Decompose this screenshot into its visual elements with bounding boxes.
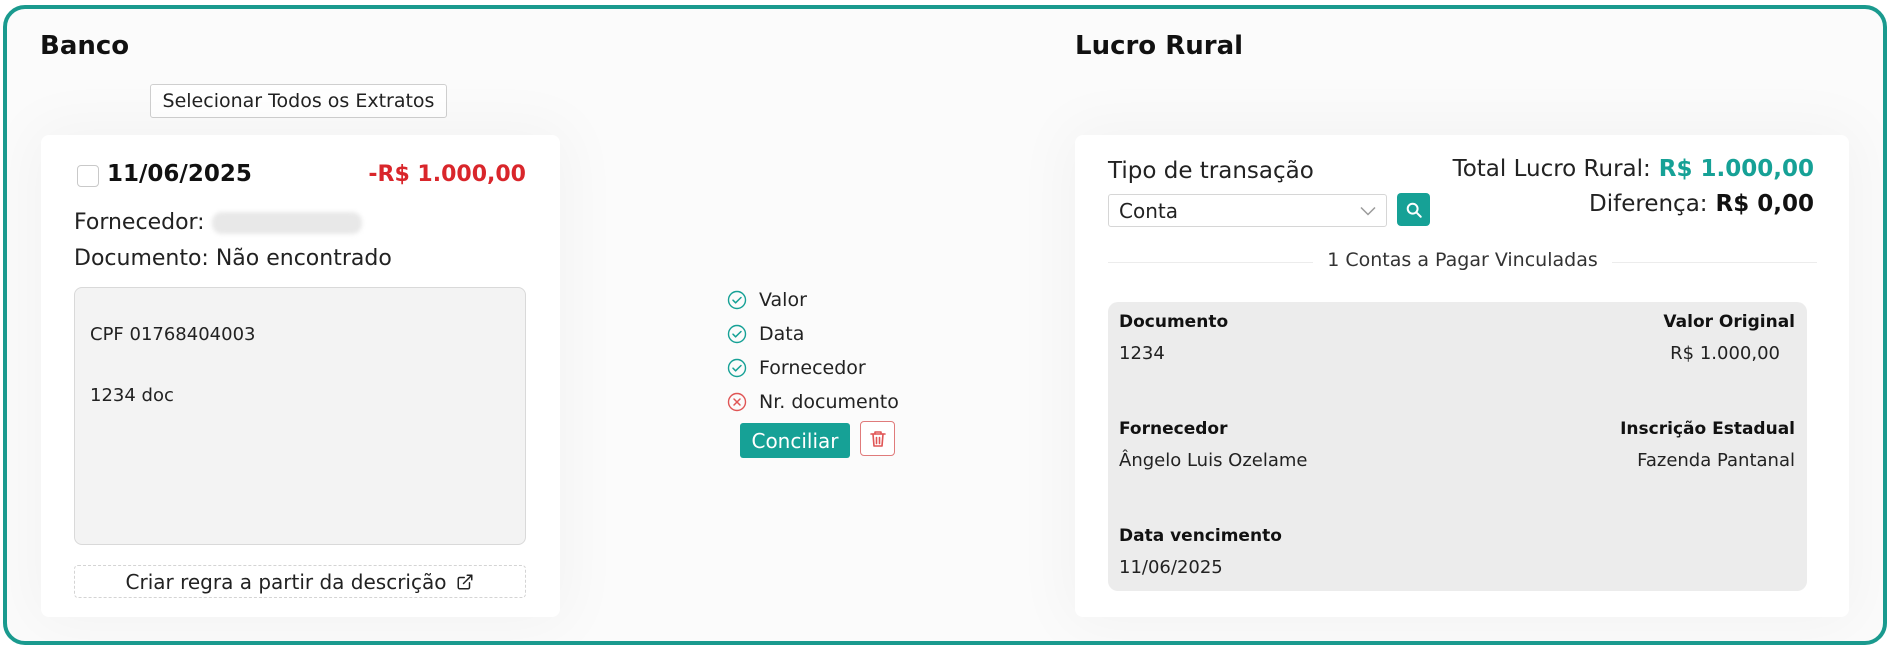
- trash-icon: [869, 429, 887, 449]
- bank-statement-card: 11/06/2025 -R$ 1.000,00 Fornecedor: Docu…: [41, 135, 560, 617]
- create-rule-button[interactable]: Criar regra a partir da descrição: [74, 565, 526, 598]
- total-lucro-label: Total Lucro Rural:: [1452, 156, 1651, 182]
- difference-label: Diferença:: [1589, 191, 1708, 217]
- difference-row: Diferença: R$ 0,00: [1589, 191, 1814, 217]
- description-line: 1234 doc: [90, 385, 174, 406]
- lucro-card: Tipo de transação Conta Total Lucro Rura…: [1075, 135, 1849, 617]
- supplier-redacted: [211, 212, 362, 234]
- supplier-label: Fornecedor:: [74, 210, 205, 235]
- statement-amount: -R$ 1.000,00: [368, 162, 526, 187]
- statement-checkbox[interactable]: [77, 165, 99, 187]
- inscricao-estadual-label: Inscrição Estadual: [1620, 419, 1795, 439]
- search-button[interactable]: [1397, 193, 1430, 226]
- criterion-data: Data: [727, 317, 899, 351]
- supplier-row: Fornecedor:: [74, 210, 362, 235]
- check-circle-icon: [727, 324, 747, 344]
- delete-button[interactable]: [860, 421, 895, 456]
- match-criteria-list: Valor Data Fornecedor Nr. documento: [727, 283, 899, 419]
- select-all-statements-button[interactable]: Selecionar Todos os Extratos: [150, 84, 447, 118]
- check-circle-icon: [727, 290, 747, 310]
- data-vencimento-value: 11/06/2025: [1119, 557, 1223, 578]
- criterion-label: Data: [759, 323, 805, 345]
- criterion-nr-documento: Nr. documento: [727, 385, 899, 419]
- search-icon: [1405, 201, 1423, 219]
- criterion-label: Fornecedor: [759, 357, 866, 379]
- total-lucro-value: R$ 1.000,00: [1658, 156, 1814, 182]
- difference-value: R$ 0,00: [1715, 191, 1814, 217]
- transaction-type-select[interactable]: Conta: [1108, 194, 1387, 227]
- external-link-icon: [456, 573, 474, 591]
- criterion-fornecedor: Fornecedor: [727, 351, 899, 385]
- valor-original-label: Valor Original: [1663, 312, 1795, 332]
- create-rule-label: Criar regra a partir da descrição: [125, 569, 447, 594]
- criterion-label: Valor: [759, 289, 807, 311]
- x-circle-icon: [727, 392, 747, 412]
- documento-value: 1234: [1119, 343, 1165, 364]
- description-line: CPF 01768404003: [90, 324, 256, 345]
- criterion-label: Nr. documento: [759, 391, 899, 413]
- fornecedor-label: Fornecedor: [1119, 419, 1228, 439]
- bank-section-title: Banco: [40, 31, 130, 61]
- linked-account-card: Documento 1234 Valor Original R$ 1.000,0…: [1108, 302, 1807, 591]
- linked-accounts-text: 1 Contas a Pagar Vinculadas: [1313, 249, 1612, 271]
- linked-header: 1 Contas a Pagar Vinculadas: [1108, 249, 1817, 271]
- transaction-type-label: Tipo de transação: [1108, 158, 1314, 184]
- lucro-section-title: Lucro Rural: [1075, 31, 1244, 61]
- data-vencimento-label: Data vencimento: [1119, 526, 1282, 546]
- statement-description: CPF 01768404003 1234 doc: [74, 287, 526, 545]
- total-lucro-row: Total Lucro Rural: R$ 1.000,00: [1453, 156, 1814, 182]
- check-circle-icon: [727, 358, 747, 378]
- chevron-down-icon: [1360, 206, 1376, 216]
- transaction-type-value: Conta: [1119, 198, 1178, 223]
- inscricao-estadual-value: Fazenda Pantanal: [1637, 450, 1795, 471]
- documento-label: Documento: [1119, 312, 1229, 332]
- reconciliation-panel: Banco Selecionar Todos os Extratos 11/06…: [3, 5, 1887, 645]
- criterion-valor: Valor: [727, 283, 899, 317]
- statement-date: 11/06/2025: [107, 161, 252, 187]
- fornecedor-value: Ângelo Luis Ozelame: [1119, 450, 1308, 471]
- valor-original-value: R$ 1.000,00: [1670, 343, 1780, 364]
- document-line: Documento: Não encontrado: [74, 246, 392, 271]
- conciliar-button[interactable]: Conciliar: [740, 423, 850, 458]
